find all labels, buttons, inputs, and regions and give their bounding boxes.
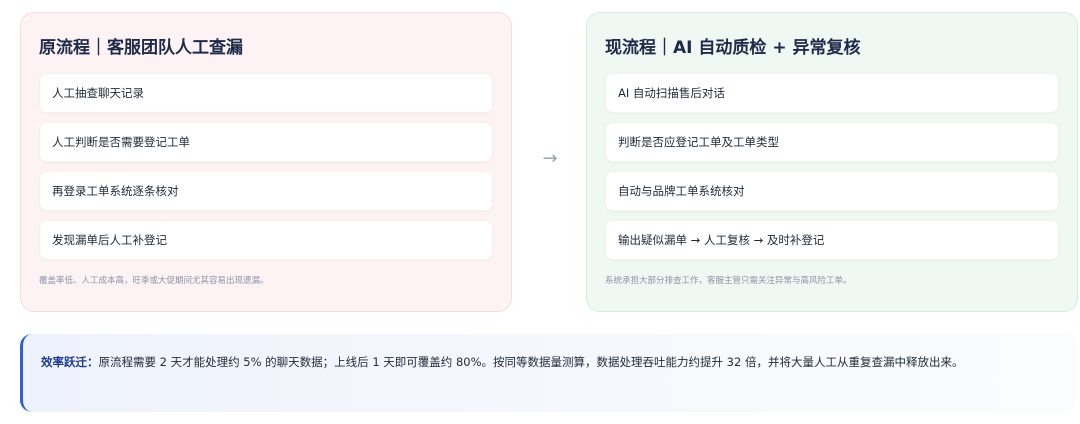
summary-text: 原流程需要 2 天才能处理约 5% 的聊天数据；上线后 1 天即可覆盖约 80%… bbox=[98, 355, 964, 369]
old-flow-note: 覆盖率低、人工成本高，旺季或大促期间尤其容易出现遗漏。 bbox=[39, 276, 269, 286]
process-comparison: 原流程｜客服团队人工查漏 人工抽查聊天记录 人工判断是否需要登记工单 再登录工单… bbox=[0, 0, 1080, 424]
old-flow-step: 人工判断是否需要登记工单 bbox=[39, 122, 493, 162]
old-flow-panel: 原流程｜客服团队人工查漏 人工抽查聊天记录 人工判断是否需要登记工单 再登录工单… bbox=[20, 12, 512, 312]
new-flow-step: 自动与品牌工单系统核对 bbox=[605, 171, 1059, 211]
new-flow-panel: 现流程｜AI 自动质检 + 异常复核 AI 自动扫描售后对话 判断是否应登记工单… bbox=[586, 12, 1078, 312]
new-flow-note: 系统承担大部分排查工作，客服主管只需关注异常与高风险工单。 bbox=[605, 276, 852, 286]
new-flow-title: 现流程｜AI 自动质检 + 异常复核 bbox=[605, 38, 861, 58]
old-flow-step: 发现漏单后人工补登记 bbox=[39, 220, 493, 260]
new-flow-step: 输出疑似漏单 → 人工复核 → 及时补登记 bbox=[605, 220, 1059, 260]
old-flow-steps: 人工抽查聊天记录 人工判断是否需要登记工单 再登录工单系统逐条核对 发现漏单后人… bbox=[39, 73, 493, 260]
right-arrow-icon: → bbox=[542, 148, 558, 169]
efficiency-summary: 效率跃迁：原流程需要 2 天才能处理约 5% 的聊天数据；上线后 1 天即可覆盖… bbox=[20, 334, 1076, 412]
new-flow-steps: AI 自动扫描售后对话 判断是否应登记工单及工单类型 自动与品牌工单系统核对 输… bbox=[605, 73, 1059, 260]
old-flow-step: 再登录工单系统逐条核对 bbox=[39, 171, 493, 211]
old-flow-title: 原流程｜客服团队人工查漏 bbox=[39, 38, 243, 58]
new-flow-step: 判断是否应登记工单及工单类型 bbox=[605, 122, 1059, 162]
summary-label: 效率跃迁： bbox=[41, 355, 99, 369]
new-flow-step: AI 自动扫描售后对话 bbox=[605, 73, 1059, 113]
old-flow-step: 人工抽查聊天记录 bbox=[39, 73, 493, 113]
